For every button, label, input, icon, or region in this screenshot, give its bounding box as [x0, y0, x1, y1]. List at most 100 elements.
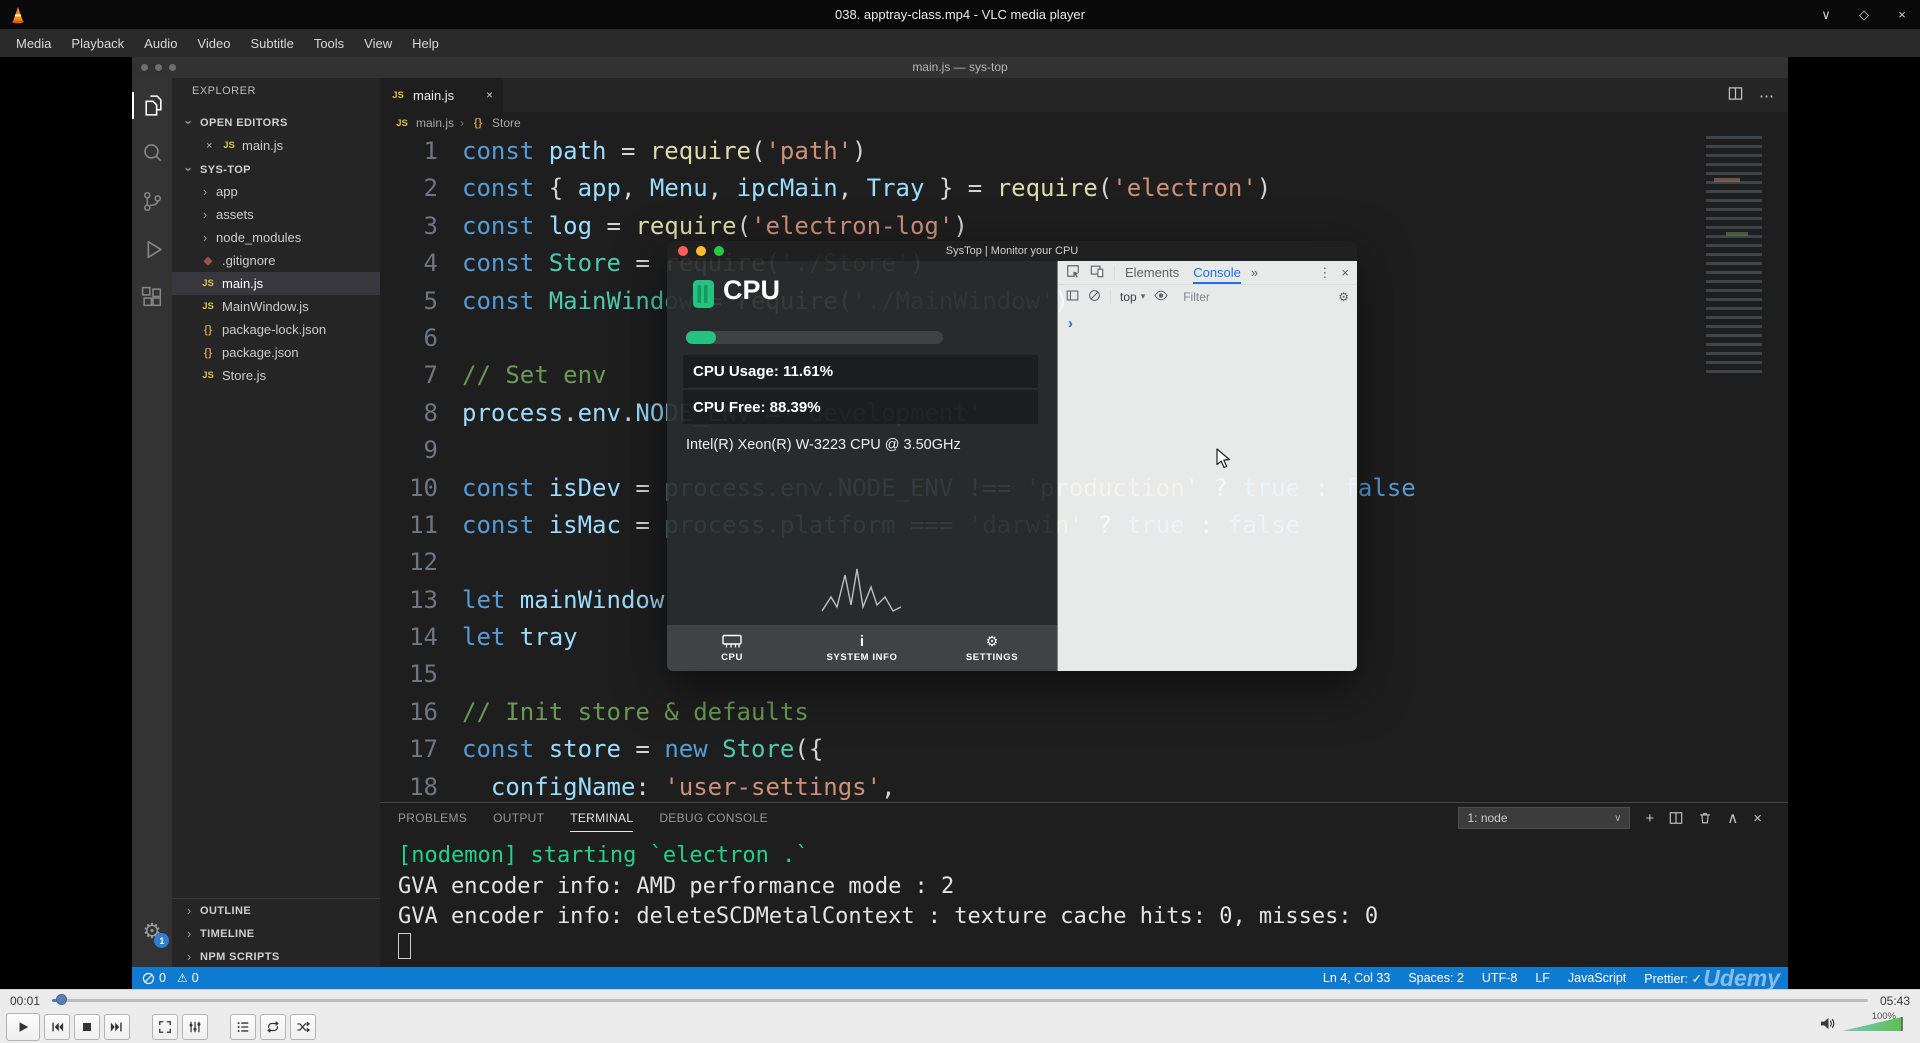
total-time: 05:43 — [1879, 994, 1910, 1008]
live-expression-eye-icon[interactable] — [1154, 290, 1168, 304]
fullscreen-button[interactable] — [152, 1013, 178, 1040]
menu-audio[interactable]: Audio — [134, 32, 187, 55]
minimap[interactable] — [1706, 136, 1762, 374]
file-row-package-json[interactable]: {} package.json — [172, 341, 380, 364]
video-frame[interactable]: main.js — sys-top ⚙ 1 EXPLORER › OPEN ED… — [132, 57, 1788, 989]
file-row-store-js[interactable]: JS Store.js — [172, 364, 380, 387]
playlist-button[interactable] — [230, 1013, 256, 1040]
file-row-package-lock-json[interactable]: {} package-lock.json — [172, 318, 380, 341]
volume-control[interactable]: 100% — [1819, 1010, 1914, 1043]
devtools-close-icon[interactable]: × — [1341, 265, 1349, 280]
chevron-down-icon: › — [181, 167, 197, 172]
panel-tab-terminal[interactable]: TERMINAL — [570, 805, 634, 832]
search-icon[interactable] — [132, 140, 172, 167]
play-button[interactable] — [6, 1012, 40, 1041]
explorer-icon[interactable] — [132, 92, 172, 119]
open-editor-item[interactable]: × JS main.js — [172, 134, 380, 157]
terminal-cursor — [398, 933, 411, 959]
file-row-mainwindow-js[interactable]: JS MainWindow.js — [172, 295, 380, 318]
split-editor-icon[interactable] — [1728, 86, 1743, 106]
seek-handle[interactable] — [56, 994, 67, 1005]
console-sidebar-icon[interactable] — [1066, 289, 1079, 305]
nav-settings[interactable]: ⚙ SETTINGS — [927, 625, 1057, 671]
settings-gear-icon[interactable]: ⚙ 1 — [143, 919, 170, 948]
devtools-tabbar: Elements Console » ⋮ × — [1058, 261, 1357, 285]
close-panel-icon[interactable]: × — [1753, 811, 1762, 826]
more-actions-icon[interactable]: ⋯ — [1759, 89, 1774, 104]
devtools-tab-console[interactable]: Console — [1193, 261, 1241, 284]
close-button[interactable]: × — [1894, 7, 1910, 22]
status-item-spaces-2[interactable]: Spaces: 2 — [1408, 971, 1464, 986]
section-npm-scripts[interactable]: › NPM SCRIPTS — [172, 945, 380, 968]
status-item-utf-8[interactable]: UTF-8 — [1482, 971, 1517, 986]
extended-settings-button[interactable] — [182, 1013, 208, 1040]
systop-window[interactable]: SysTop | Monitor your CPU CPU CPU Usage:… — [667, 241, 1357, 671]
device-toolbar-icon[interactable] — [1090, 264, 1104, 281]
panel-tab-debug-console[interactable]: DEBUG CONSOLE — [659, 805, 768, 832]
menu-playback[interactable]: Playback — [61, 32, 134, 55]
menu-video[interactable]: Video — [187, 32, 240, 55]
close-tab-icon[interactable]: × — [486, 88, 493, 102]
close-icon[interactable]: × — [206, 140, 216, 152]
breadcrumb[interactable]: JS main.js › {} Store — [380, 112, 1788, 134]
nav-system-info[interactable]: i SYSTEM INFO — [797, 625, 927, 671]
seek-slider[interactable] — [52, 999, 1868, 1002]
menu-subtitle[interactable]: Subtitle — [240, 32, 303, 55]
maximize-button[interactable]: ◇ — [1856, 7, 1872, 23]
file-row-app[interactable]: › app — [172, 180, 380, 203]
next-button[interactable] — [104, 1013, 130, 1040]
console-area[interactable]: › — [1058, 309, 1357, 671]
extensions-icon[interactable] — [132, 284, 172, 311]
problems-status[interactable]: 0 ⚠ 0 — [132, 971, 205, 985]
status-item-ln-4-col-33[interactable]: Ln 4, Col 33 — [1323, 971, 1390, 986]
source-control-icon[interactable] — [132, 188, 172, 215]
previous-button[interactable] — [44, 1013, 70, 1040]
menu-media[interactable]: Media — [6, 32, 61, 55]
file-row-assets[interactable]: › assets — [172, 203, 380, 226]
clear-console-icon[interactable] — [1088, 289, 1101, 305]
stop-button[interactable] — [74, 1013, 100, 1040]
open-editors-header[interactable]: › OPEN EDITORS — [172, 111, 380, 134]
menu-tools[interactable]: Tools — [304, 32, 354, 55]
terminal-shell-select[interactable]: 1: node ∨ — [1458, 807, 1631, 829]
inspect-icon[interactable] — [1066, 264, 1080, 281]
terminal-output[interactable]: [nodemon] starting `electron .` GVA encod… — [398, 841, 1778, 933]
nav-cpu[interactable]: CPU — [667, 625, 797, 671]
section-timeline[interactable]: › TIMELINE — [172, 922, 380, 945]
shuffle-button[interactable] — [290, 1013, 316, 1040]
panel-tab-problems[interactable]: PROBLEMS — [398, 805, 467, 832]
panel-tab-output[interactable]: OUTPUT — [493, 805, 544, 832]
menu-help[interactable]: Help — [402, 32, 449, 55]
chip-icon — [722, 634, 742, 650]
settings-badge: 1 — [154, 933, 170, 948]
systop-logo-icon — [692, 279, 715, 314]
loop-button[interactable] — [260, 1013, 286, 1040]
maximize-panel-icon[interactable]: ∧ — [1727, 811, 1738, 826]
section-outline[interactable]: › OUTLINE — [172, 899, 380, 922]
file-row-main-js[interactable]: JS main.js — [172, 272, 380, 295]
menu-view[interactable]: View — [354, 32, 402, 55]
chevron-right-icon: › — [186, 926, 192, 941]
activity-bar: ⚙ 1 — [132, 78, 172, 967]
status-item-javascript[interactable]: JavaScript — [1568, 971, 1626, 986]
file-row--gitignore[interactable]: ◆ .gitignore — [172, 249, 380, 272]
js-file-icon: JS — [223, 140, 235, 151]
more-tabs-icon[interactable]: » — [1251, 265, 1258, 280]
new-terminal-icon[interactable]: + — [1645, 811, 1654, 826]
cpu-progress-bar — [686, 331, 943, 344]
split-terminal-icon[interactable] — [1669, 811, 1683, 825]
filter-placeholder[interactable]: Filter — [1183, 290, 1210, 304]
minimize-button[interactable]: ∨ — [1818, 7, 1834, 23]
file-row-node-modules[interactable]: › node_modules — [172, 226, 380, 249]
status-item-prettier-[interactable]: Prettier: ✓ — [1644, 971, 1702, 986]
run-debug-icon[interactable] — [132, 236, 172, 263]
console-settings-gear-icon[interactable]: ⚙ — [1338, 290, 1349, 304]
context-select[interactable]: top ▾ — [1120, 290, 1145, 304]
kill-terminal-icon[interactable] — [1698, 811, 1712, 825]
line-number: 13 — [409, 585, 438, 614]
tab-main-js[interactable]: JS main.js × — [380, 78, 504, 112]
devtools-tab-elements[interactable]: Elements — [1125, 261, 1179, 284]
project-folder-header[interactable]: › SYS-TOP — [172, 158, 380, 181]
status-item-lf[interactable]: LF — [1535, 971, 1550, 986]
devtools-menu-icon[interactable]: ⋮ — [1318, 265, 1331, 281]
